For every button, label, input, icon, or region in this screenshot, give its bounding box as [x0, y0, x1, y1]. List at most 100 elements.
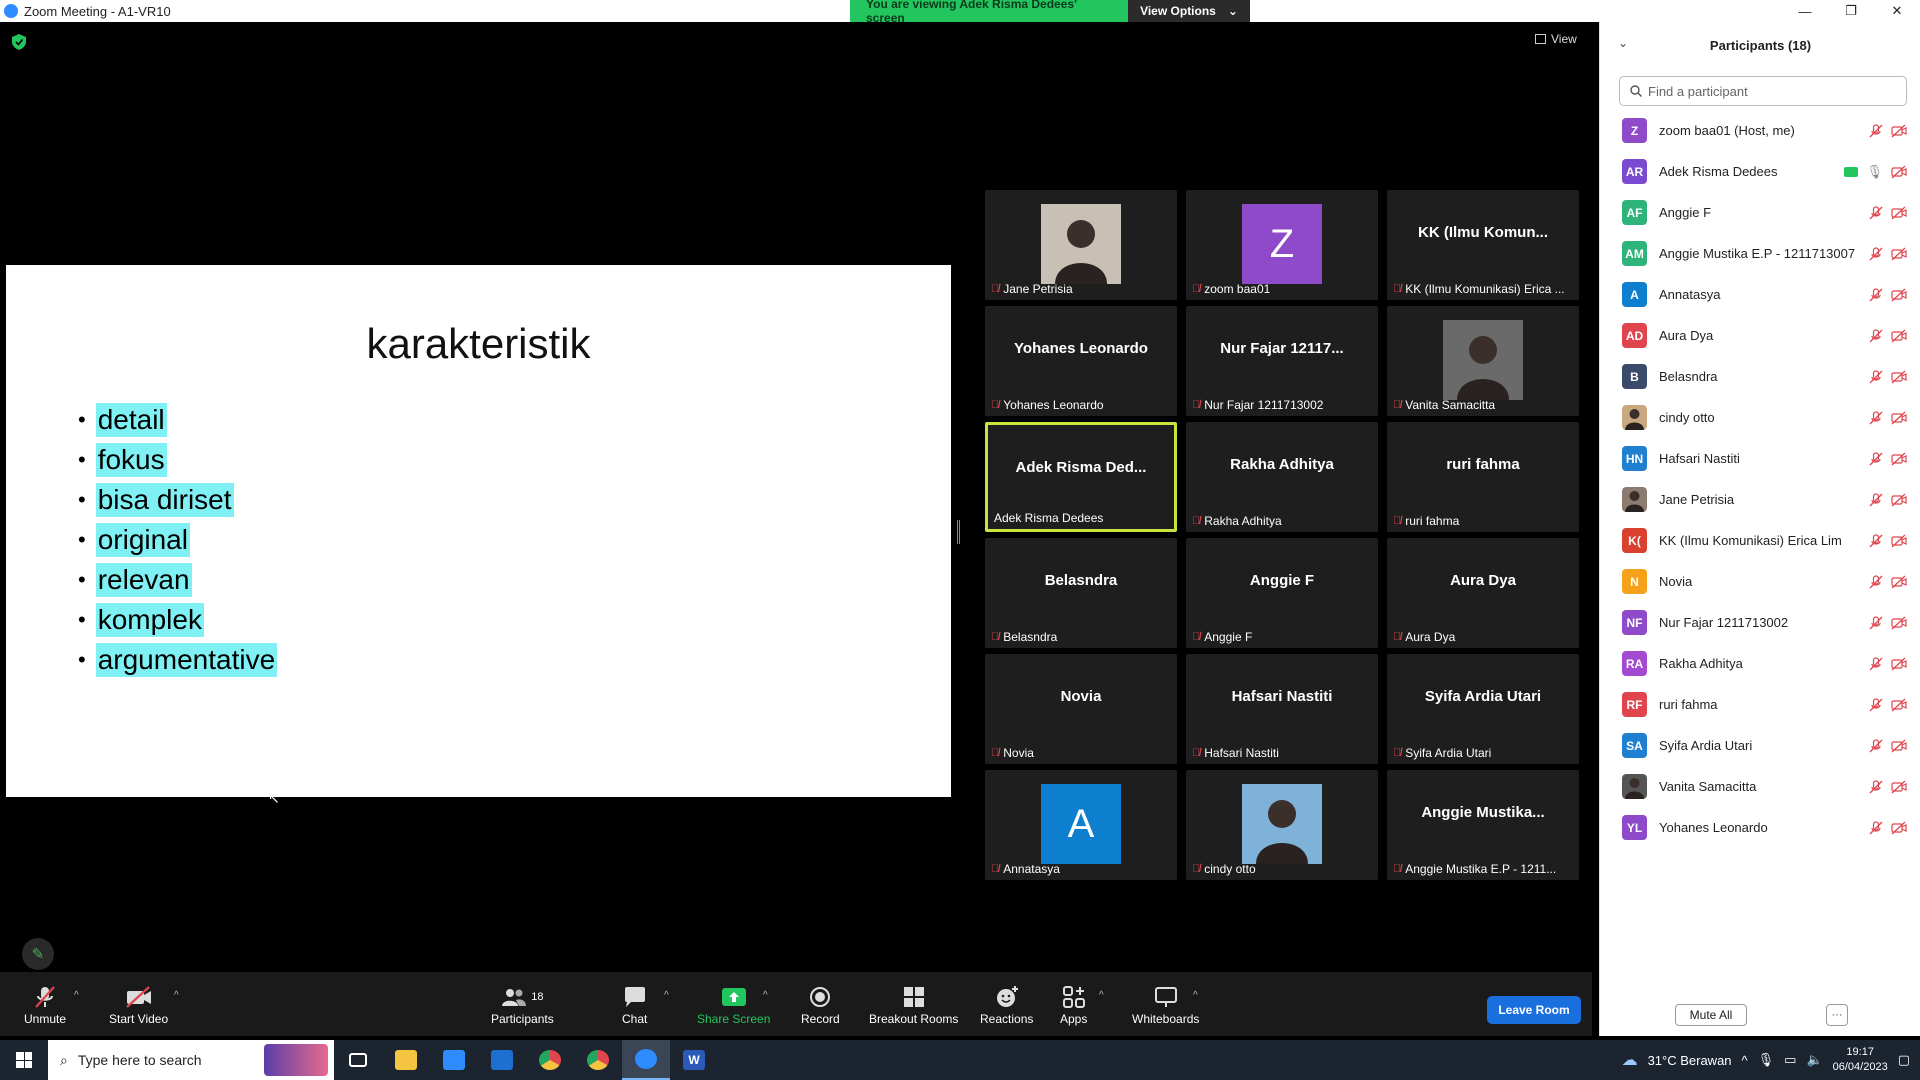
apps-button[interactable]: Apps [1060, 984, 1087, 1026]
participant-video-tile[interactable]: Nur Fajar 12117... 🎙̸ Nur Fajar 1211713002 [1186, 306, 1378, 416]
mic-muted-icon: 🎙̸ [1192, 515, 1201, 527]
mic-muted-icon: 🎙̸ [991, 399, 1000, 411]
video-options-caret-icon[interactable]: ^ [174, 990, 179, 1001]
zoom-taskbar-button[interactable] [622, 1040, 670, 1080]
tile-name-label: 🎙̸ Anggie F [1192, 630, 1252, 644]
word-button[interactable]: W [670, 1040, 718, 1080]
participant-row[interactable]: A Annatasya [1600, 274, 1920, 315]
start-video-button[interactable]: Start Video [109, 984, 168, 1026]
participant-row[interactable]: YL Yohanes Leonardo [1600, 807, 1920, 848]
participant-video-tile[interactable]: Yohanes Leonardo 🎙̸ Yohanes Leonardo [985, 306, 1177, 416]
participant-row[interactable]: AR Adek Risma Dedees 🎙 [1600, 151, 1920, 192]
participant-video-tile[interactable]: 🎙̸ Vanita Samacitta [1387, 306, 1579, 416]
participant-row[interactable]: AF Anggie F [1600, 192, 1920, 233]
bullet-text: original [95, 523, 190, 557]
split-resize-handle[interactable] [957, 520, 960, 544]
participant-row[interactable]: B Belasndra [1600, 356, 1920, 397]
tile-name-label: 🎙̸ Annatasya [991, 862, 1060, 876]
microphone-icon[interactable]: 🎙 [1758, 1052, 1775, 1068]
chat-button[interactable]: Chat [622, 984, 647, 1026]
participant-row[interactable]: AD Aura Dya [1600, 315, 1920, 356]
grid-icon [1535, 34, 1546, 44]
task-view-button[interactable] [334, 1040, 382, 1080]
more-options-button[interactable]: ··· [1826, 1004, 1848, 1026]
tile-name-label: 🎙̸ Hafsari Nastiti [1192, 746, 1279, 760]
participant-video-tile[interactable]: Novia 🎙̸ Novia [985, 654, 1177, 764]
participant-row[interactable]: Jane Petrisia [1600, 479, 1920, 520]
mute-all-button[interactable]: Mute All [1675, 1004, 1747, 1026]
participant-avatar: HN [1622, 446, 1647, 471]
reactions-button[interactable]: Reactions [980, 984, 1033, 1026]
unmute-button[interactable]: Unmute [24, 984, 66, 1026]
mail-button[interactable] [478, 1040, 526, 1080]
participant-row[interactable]: SA Syifa Ardia Utari [1600, 725, 1920, 766]
participant-row[interactable]: cindy otto [1600, 397, 1920, 438]
tile-display-name: Belasndra [1044, 572, 1118, 589]
participant-row[interactable]: K(KK (Ilmu Komunikasi) Erica Lim [1600, 520, 1920, 561]
audio-options-caret-icon[interactable]: ^ [74, 990, 79, 1001]
participant-row[interactable]: NF Nur Fajar 1211713002 [1600, 602, 1920, 643]
collapse-chevron-icon[interactable]: ⌄ [1618, 36, 1628, 50]
annotate-pencil-icon[interactable]: ✎ [22, 938, 54, 970]
volume-icon[interactable]: 🔈 [1806, 1052, 1822, 1068]
participant-name: ruri fahma [1659, 697, 1718, 712]
chrome-button[interactable] [526, 1040, 574, 1080]
taskbar-search-box[interactable]: ⌕ Type here to search [48, 1040, 334, 1080]
participant-video-tile[interactable]: Belasndra 🎙̸ Belasndra [985, 538, 1177, 648]
participant-row[interactable]: N Novia [1600, 561, 1920, 602]
chrome-profile-button[interactable] [574, 1040, 622, 1080]
participants-button[interactable]: 18 Participants [491, 984, 554, 1026]
breakout-rooms-button[interactable]: Breakout Rooms [869, 984, 958, 1026]
participant-video-tile[interactable]: Z 🎙̸ zoom baa01 [1186, 190, 1378, 300]
bullet-text: relevan [95, 563, 192, 597]
whiteboards-button[interactable]: Whiteboards [1132, 984, 1199, 1026]
tray-expand-icon[interactable]: ^ [1742, 1053, 1748, 1068]
tile-name-label: 🎙̸ Syifa Ardia Utari [1393, 746, 1491, 760]
start-button[interactable] [0, 1040, 48, 1080]
view-options-button[interactable]: View Options ⌄ [1128, 0, 1250, 22]
notifications-icon[interactable]: ▢ [1898, 1052, 1910, 1068]
participant-video-tile[interactable]: ruri fahma 🎙̸ ruri fahma [1387, 422, 1579, 532]
participant-row[interactable]: RA Rakha Adhitya [1600, 643, 1920, 684]
participant-video-tile[interactable]: Hafsari Nastiti 🎙̸ Hafsari Nastiti [1186, 654, 1378, 764]
participant-video-tile[interactable]: Aura Dya 🎙̸ Aura Dya [1387, 538, 1579, 648]
participant-video-tile[interactable]: Anggie F 🎙̸ Anggie F [1186, 538, 1378, 648]
participant-row[interactable]: Vanita Samacitta [1600, 766, 1920, 807]
store-button[interactable] [430, 1040, 478, 1080]
participant-video-tile[interactable]: 🎙̸ Jane Petrisia [985, 190, 1177, 300]
participant-video-tile[interactable]: Anggie Mustika... 🎙̸ Anggie Mustika E.P - … [1387, 770, 1579, 880]
restore-button[interactable]: ❐ [1828, 0, 1874, 22]
participant-row[interactable]: RF ruri fahma [1600, 684, 1920, 725]
view-layout-button[interactable]: View [1535, 32, 1577, 46]
participant-row[interactable]: Zzoom baa01 (Host, me) [1600, 110, 1920, 151]
network-icon[interactable]: ▭ [1784, 1052, 1796, 1068]
apps-options-caret-icon[interactable]: ^ [1099, 990, 1104, 1001]
tile-name-label: 🎙̸ Vanita Samacitta [1393, 398, 1495, 412]
file-explorer-button[interactable] [382, 1040, 430, 1080]
participant-video-tile[interactable]: Rakha Adhitya 🎙̸ Rakha Adhitya [1186, 422, 1378, 532]
mic-muted-icon [1869, 656, 1883, 670]
participant-video-tile[interactable]: Syifa Ardia Utari 🎙̸ Syifa Ardia Utari [1387, 654, 1579, 764]
participant-video-tile[interactable]: A 🎙̸ Annatasya [985, 770, 1177, 880]
security-shield-icon[interactable] [12, 34, 26, 50]
slide-bullet: • bisa diriset [78, 480, 277, 520]
record-button[interactable]: Record [801, 984, 840, 1026]
whiteboard-options-caret-icon[interactable]: ^ [1193, 990, 1198, 1001]
chat-options-caret-icon[interactable]: ^ [664, 990, 669, 1001]
clock[interactable]: 19:17 06/04/2023 [1833, 1045, 1888, 1075]
participant-search-input[interactable]: Find a participant [1619, 76, 1907, 106]
close-button[interactable]: ✕ [1874, 0, 1920, 22]
meeting-toolbar: Unmute ^ Start Video ^ 18 Participants C… [0, 972, 1592, 1036]
leave-room-button[interactable]: Leave Room [1487, 996, 1581, 1024]
minimize-button[interactable]: — [1782, 0, 1828, 22]
share-screen-button[interactable]: Share Screen [697, 984, 770, 1026]
participant-video-tile[interactable]: 🎙̸ cindy otto [1186, 770, 1378, 880]
participant-row[interactable]: HN Hafsari Nastiti [1600, 438, 1920, 479]
weather-text[interactable]: 31°C Berawan [1648, 1053, 1732, 1068]
participant-name: Annatasya [1659, 287, 1721, 302]
participant-video-tile[interactable]: Adek Risma Ded... Adek Risma Dedees [985, 422, 1177, 532]
share-options-caret-icon[interactable]: ^ [763, 990, 768, 1001]
participant-video-tile[interactable]: KK (Ilmu Komun... 🎙̸ KK (Ilmu Komunikasi) … [1387, 190, 1579, 300]
participant-row[interactable]: AM Anggie Mustika E.P - 1211713007 [1600, 233, 1920, 274]
participant-avatar-photo [1622, 774, 1647, 799]
